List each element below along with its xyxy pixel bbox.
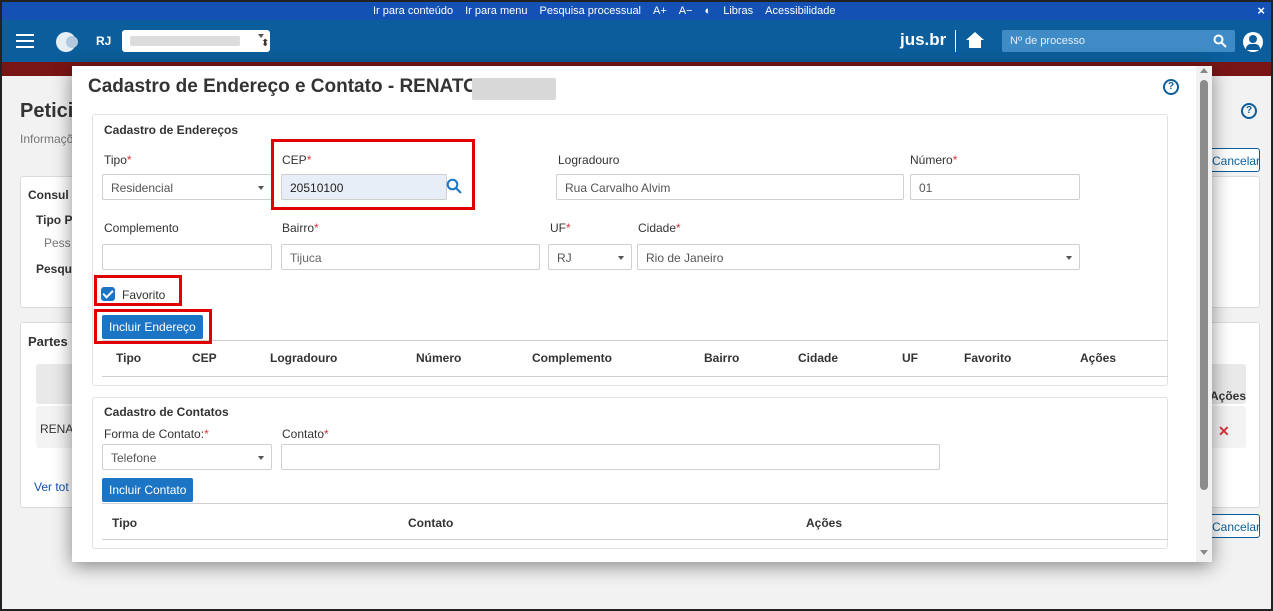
th-acoes: Ações <box>1080 351 1117 365</box>
table-divider <box>102 503 1168 504</box>
tipo-label: Tipo* <box>104 153 132 167</box>
chevron-down-icon <box>1066 256 1072 260</box>
help-icon[interactable]: ? <box>1163 79 1179 95</box>
complemento-input[interactable] <box>102 244 272 270</box>
modal-scrollbar[interactable] <box>1196 66 1212 562</box>
pesquisa-label: Pesqui <box>36 262 76 276</box>
tipo-pessoa-value[interactable]: Pess <box>44 236 71 250</box>
ver-todos-link[interactable]: Ver tot <box>34 480 69 494</box>
tipo-select[interactable]: Residencial <box>102 174 272 200</box>
cep-label: CEP* <box>282 153 312 167</box>
table-divider <box>102 539 1168 540</box>
skip-to-menu-link[interactable]: Ir para menu <box>465 5 527 17</box>
th-contato: Contato <box>408 516 454 530</box>
process-search-link[interactable]: Pesquisa processual <box>540 5 642 17</box>
partes-title: Partes <box>28 334 68 349</box>
forma-contato-select[interactable]: Telefone <box>102 444 272 470</box>
complemento-label: Complemento <box>104 221 179 235</box>
app-header: RJ ⬍ jus.br Nº de processo <box>2 20 1271 62</box>
forma-contato-label: Forma de Contato:* <box>104 427 209 441</box>
scroll-thumb[interactable] <box>1200 80 1208 490</box>
search-icon[interactable] <box>446 178 462 194</box>
address-contact-modal: Cadastro de Endereço e Contato - RENATO … <box>72 66 1212 562</box>
uf-label: RJ <box>96 34 112 48</box>
organization-select[interactable]: ⬍ <box>122 30 270 52</box>
process-number-input[interactable]: Nº de processo <box>1002 30 1235 52</box>
table-divider <box>102 340 1168 341</box>
accessibility-link[interactable]: Acessibilidade <box>765 5 835 17</box>
logradouro-input[interactable]: Rua Carvalho Alvim <box>556 174 904 200</box>
table-divider <box>102 376 1168 377</box>
redacted-name <box>472 78 556 100</box>
th-complemento: Complemento <box>532 351 613 365</box>
chevron-down-icon <box>258 456 264 460</box>
page-title: Petici <box>20 100 74 122</box>
logo-icon <box>56 32 78 52</box>
accessibility-links: Ir para conteúdo Ir para menu Pesquisa p… <box>373 5 836 17</box>
modal-title: Cadastro de Endereço e Contato - RENATO <box>88 76 478 97</box>
header-divider <box>955 30 956 52</box>
th-uf: UF <box>902 351 918 365</box>
th-logradouro: Logradouro <box>270 351 338 365</box>
incluir-contato-button[interactable]: Incluir Contato <box>102 478 194 502</box>
numero-label: Número* <box>910 153 958 167</box>
cidade-select[interactable]: Rio de Janeiro <box>637 244 1080 270</box>
skip-to-content-link[interactable]: Ir para conteúdo <box>373 5 453 17</box>
home-icon[interactable] <box>966 32 984 48</box>
uf-label: UF* <box>550 221 571 235</box>
cancel-button-bottom[interactable]: Cancelar <box>1206 514 1260 538</box>
contato-label: Contato* <box>282 427 329 441</box>
bairro-input[interactable]: Tijuca <box>281 244 540 270</box>
scroll-down-icon[interactable] <box>1200 550 1208 555</box>
delete-icon[interactable]: ✕ <box>1218 423 1230 440</box>
th-tipo: Tipo <box>116 351 142 365</box>
bairro-label: Bairro* <box>282 221 319 235</box>
cidade-label: Cidade* <box>638 221 681 235</box>
acoes-header: Ações <box>1210 389 1247 403</box>
close-icon[interactable]: × <box>1257 3 1265 18</box>
redacted-value <box>130 36 240 46</box>
chevron-down-icon <box>258 186 264 190</box>
contato-input[interactable] <box>281 444 940 470</box>
user-icon[interactable] <box>1243 32 1263 52</box>
logradouro-label: Logradouro <box>558 153 620 167</box>
th-numero: Número <box>416 351 462 365</box>
th-favorito: Favorito <box>964 351 1012 365</box>
hamburger-menu-icon[interactable] <box>16 34 34 48</box>
cancel-button-top[interactable]: Cancelar <box>1206 148 1260 172</box>
incluir-endereco-button[interactable]: Incluir Endereço <box>102 315 203 339</box>
search-icon[interactable] <box>1213 34 1227 48</box>
th-contato-tipo: Tipo <box>112 516 138 530</box>
contrast-icon[interactable]: ◐ <box>705 5 712 17</box>
help-icon[interactable]: ? <box>1241 103 1257 119</box>
brand-logo: jus.br <box>900 30 947 49</box>
contact-section-title: Cadastro de Contatos <box>104 405 229 419</box>
address-section-title: Cadastro de Endereços <box>104 123 239 137</box>
scroll-up-icon[interactable] <box>1200 68 1208 73</box>
favorito-checkbox[interactable] <box>101 287 115 301</box>
th-bairro: Bairro <box>704 351 740 365</box>
chevron-updown-icon: ⬍ <box>258 34 269 49</box>
font-decrease-button[interactable]: A− <box>679 5 693 17</box>
accessibility-bar: Ir para conteúdo Ir para menu Pesquisa p… <box>2 2 1271 20</box>
numero-input[interactable]: 01 <box>910 174 1080 200</box>
libras-link[interactable]: Libras <box>723 5 753 17</box>
cep-input[interactable]: 20510100 <box>281 174 447 200</box>
page-subtitle: Informaçõ <box>20 132 74 146</box>
favorito-label: Favorito <box>122 288 166 302</box>
contact-section <box>92 397 1168 549</box>
th-cep: CEP <box>192 351 217 365</box>
font-increase-button[interactable]: A+ <box>653 5 667 17</box>
chevron-down-icon <box>618 256 624 260</box>
th-contato-acoes: Ações <box>806 516 843 530</box>
consulta-title: Consul <box>28 188 69 202</box>
th-cidade: Cidade <box>798 351 839 365</box>
